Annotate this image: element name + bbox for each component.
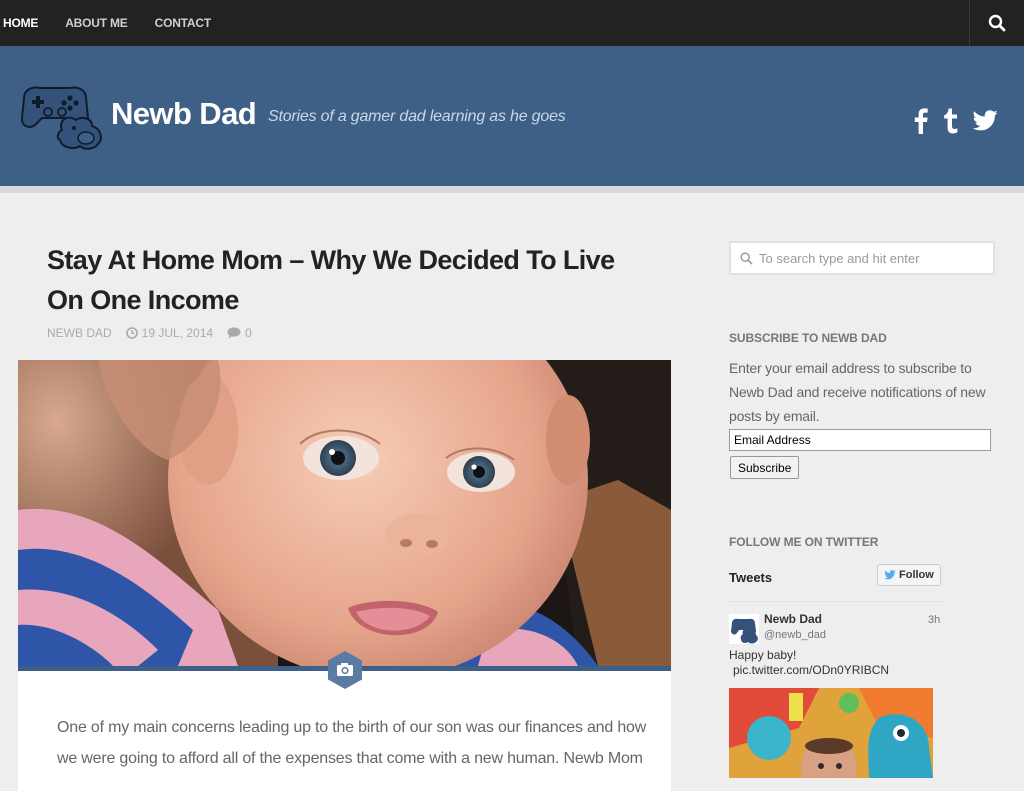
nav-home-link[interactable]: HOME — [3, 16, 38, 30]
post-date-wrap: 19 JUL, 2014 — [125, 326, 214, 340]
header-divider — [0, 186, 1024, 193]
site-tagline: Stories of a gamer dad learning as he go… — [268, 108, 566, 125]
site-title[interactable]: Newb Dad — [111, 96, 257, 132]
tweet-link[interactable]: pic.twitter.com/ODn0YRIBCN — [733, 663, 889, 678]
tweet-timestamp[interactable]: 3h — [928, 614, 940, 626]
tweets-label[interactable]: Tweets — [729, 570, 772, 585]
post-comments[interactable]: 0 — [227, 326, 252, 340]
sidebar-search — [729, 241, 995, 275]
tweets-divider — [729, 601, 943, 602]
subscribe-widget-title: SUBSCRIBE TO NEWB DAD — [729, 331, 887, 345]
post-title[interactable]: Stay At Home Mom – Why We Decided To Liv… — [47, 240, 657, 320]
camera-icon — [328, 651, 362, 689]
nav-contact-link[interactable]: CONTACT — [155, 16, 212, 30]
comment-icon — [227, 327, 241, 339]
search-icon — [740, 251, 753, 265]
twitter-widget-title: FOLLOW ME ON TWITTER — [729, 535, 879, 549]
search-toggle-button[interactable] — [969, 0, 1024, 46]
post-featured-image[interactable] — [18, 360, 671, 666]
comment-count: 0 — [245, 326, 252, 340]
search-input[interactable] — [759, 250, 979, 266]
subscribe-button[interactable]: Subscribe — [730, 456, 800, 479]
avatar[interactable] — [729, 614, 759, 644]
tweet-photo[interactable] — [729, 688, 933, 778]
facebook-icon[interactable] — [914, 108, 928, 134]
twitter-bird-icon — [884, 570, 896, 580]
email-field[interactable] — [729, 429, 991, 451]
post-author[interactable]: NEWB DAD — [47, 326, 112, 340]
baby-photo — [18, 360, 671, 666]
clock-icon — [125, 327, 138, 339]
tweet-photo-image — [729, 688, 933, 778]
post-date: 19 JUL, 2014 — [141, 326, 214, 340]
top-nav-bar: HOME ABOUT ME CONTACT — [0, 0, 1024, 46]
nav-about-link[interactable]: ABOUT ME — [65, 16, 128, 30]
social-links — [914, 108, 998, 134]
tweet-text: Happy baby! — [729, 648, 797, 662]
tumblr-icon[interactable] — [942, 108, 958, 134]
search-icon — [988, 14, 1006, 32]
twitter-icon[interactable] — [972, 110, 998, 132]
tweet-author-handle[interactable]: @newb_dad — [764, 629, 826, 641]
post-meta: NEWB DAD 19 JUL, 2014 0 — [47, 326, 266, 340]
post-excerpt: One of my main concerns leading up to th… — [57, 719, 647, 767]
gamepad-logo-icon[interactable] — [18, 82, 106, 152]
twitter-follow-button[interactable]: Follow — [877, 564, 941, 586]
main-nav: HOME ABOUT ME CONTACT — [0, 0, 238, 46]
tweet-author-name[interactable]: Newb Dad — [764, 612, 822, 626]
follow-label: Follow — [899, 569, 934, 581]
subscribe-description: Enter your email address to subscribe to… — [729, 360, 986, 424]
site-header: Newb Dad Stories of a gamer dad learning… — [0, 46, 1024, 186]
